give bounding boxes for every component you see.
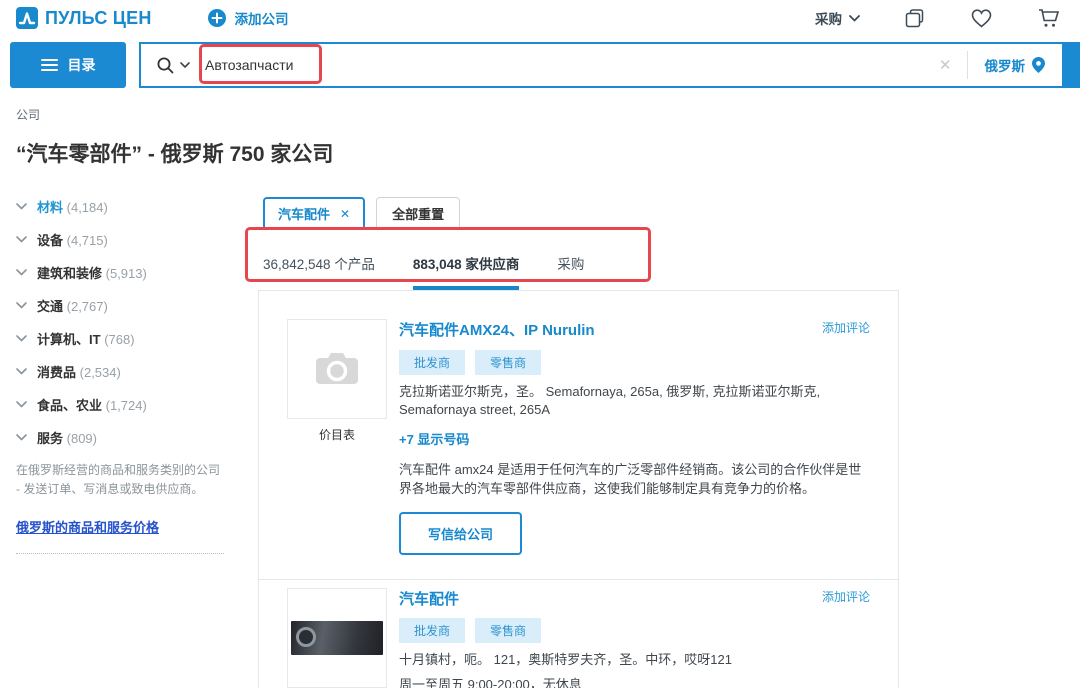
- company-photo[interactable]: [287, 588, 387, 688]
- price-list-link[interactable]: 价目表: [287, 426, 387, 443]
- plus-circle-icon: [208, 9, 226, 27]
- reset-all-button[interactable]: 全部重置: [376, 197, 460, 230]
- page-title: “汽车零部件” - 俄罗斯 750 家公司: [16, 138, 1080, 168]
- filter-chip-label: 汽车配件: [278, 204, 330, 223]
- chevron-down-icon: [16, 401, 27, 408]
- favorites-heart-icon[interactable]: [970, 8, 993, 29]
- category-sidebar: 材料 (4,184) 设备 (4,715) 建筑和装修 (5,913) 交通 (…: [16, 197, 258, 688]
- company-info: 汽车配件 添加评论 批发商 零售商 十月镇村，呃。 121，奥斯特罗夫齐，圣。中…: [399, 588, 870, 688]
- sidebar-item-construction[interactable]: 建筑和装修 (5,913): [16, 263, 258, 282]
- chevron-down-icon: [16, 203, 27, 210]
- add-company-label: 添加公司: [235, 8, 289, 28]
- chevron-down-icon: [16, 335, 27, 342]
- company-results-list: 价目表 汽车配件AMX24、IP Nurulin 添加评论 批发商 零售商: [258, 290, 899, 688]
- chevron-down-icon: [16, 434, 27, 441]
- procurement-label: 采购: [815, 8, 842, 28]
- logo-pulse-icon: [16, 7, 38, 29]
- catalog-button[interactable]: 目录: [10, 42, 126, 88]
- search-row: 目录 ✕ 俄罗斯: [0, 36, 1080, 88]
- chip-close-icon[interactable]: ✕: [340, 207, 350, 221]
- sidebar-note: 在俄罗斯经营的商品和服务类别的公司 - 发送订单、写消息或致电供应商。: [16, 461, 258, 499]
- add-company-button[interactable]: 添加公司: [208, 8, 289, 28]
- search-submit-button[interactable]: [1062, 44, 1078, 86]
- page: ПУЛЬС ЦЕН 添加公司 采购: [0, 0, 1080, 688]
- company-address: 克拉斯诺亚尔斯克，圣。 Semafornaya, 265a, 俄罗斯, 克拉斯诺…: [399, 383, 870, 419]
- logo[interactable]: ПУЛЬС ЦЕН: [16, 7, 152, 29]
- company-photo-placeholder[interactable]: [287, 319, 387, 419]
- location-pin-icon: [1032, 57, 1045, 73]
- badge-wholesaler: 批发商: [399, 350, 465, 375]
- company-description: 汽车配件 amx24 是适用于任何汽车的广泛零部件经销商。该公司的合作伙伴是世界…: [399, 460, 870, 498]
- search-input[interactable]: [201, 57, 924, 73]
- working-hours: 周一至周五 9:00-20:00，无休息 周六 10:00-19:00，无休息 …: [399, 675, 870, 688]
- chevron-down-icon: [180, 62, 190, 68]
- badge-retailer: 零售商: [475, 350, 541, 375]
- company-media: 价目表: [287, 319, 387, 555]
- company-media: 价目表: [287, 588, 387, 688]
- procurement-menu[interactable]: 采购: [815, 8, 860, 28]
- catalog-button-label: 目录: [68, 55, 96, 75]
- clear-search-icon[interactable]: ✕: [924, 56, 967, 74]
- sidebar-item-consumer-goods[interactable]: 消费品 (2,534): [16, 362, 258, 381]
- cart-icon[interactable]: [1037, 7, 1060, 29]
- badge-wholesaler: 批发商: [399, 618, 465, 643]
- company-card: 价目表 汽车配件AMX24、IP Nurulin 添加评论 批发商 零售商: [259, 291, 898, 579]
- compare-icon[interactable]: [904, 7, 926, 29]
- company-info: 汽车配件AMX24、IP Nurulin 添加评论 批发商 零售商 克拉斯诺亚尔…: [399, 319, 870, 555]
- sidebar-item-computers-it[interactable]: 计算机、IT (768): [16, 329, 258, 348]
- badge-retailer: 零售商: [475, 618, 541, 643]
- sidebar-item-food-agriculture[interactable]: 食品、农业 (1,724): [16, 395, 258, 414]
- company-logo-image: [291, 621, 383, 655]
- region-label: 俄罗斯: [985, 55, 1026, 75]
- chevron-down-icon: [849, 15, 860, 22]
- chevron-down-icon: [16, 368, 27, 375]
- hamburger-icon: [41, 59, 58, 71]
- sidebar-item-transport[interactable]: 交通 (2,767): [16, 296, 258, 315]
- filter-chip-auto-parts[interactable]: 汽车配件 ✕: [263, 197, 365, 230]
- company-card: 价目表 汽车配件 添加评论 批发商 零售商 十月镇村，呃。 121，奥斯: [259, 579, 898, 688]
- company-name-link[interactable]: 汽车配件AMX24、IP Nurulin: [399, 319, 595, 340]
- logo-text: ПУЛЬС ЦЕН: [45, 8, 152, 29]
- write-to-company-button[interactable]: 写信给公司: [399, 512, 522, 555]
- sidebar-item-services[interactable]: 服务 (809): [16, 428, 258, 447]
- tab-suppliers[interactable]: 883,048 家供应商: [413, 253, 520, 290]
- company-address: 十月镇村，呃。 121，奥斯特罗夫齐，圣。中环，哎呀121: [399, 651, 870, 669]
- chevron-down-icon: [16, 269, 27, 276]
- company-badges: 批发商 零售商: [399, 350, 870, 375]
- results-main: 汽车配件 ✕ 全部重置 36,842,548 个产品 883,048 家供应商 …: [258, 197, 899, 688]
- tab-procurement[interactable]: 采购: [557, 253, 584, 290]
- sidebar-item-equipment[interactable]: 设备 (4,715): [16, 230, 258, 249]
- filter-chips-row: 汽车配件 ✕ 全部重置: [258, 197, 899, 230]
- show-phone-link[interactable]: +7 显示号码: [399, 429, 870, 448]
- sidebar-prices-link[interactable]: 俄罗斯的商品和服务价格: [16, 517, 159, 536]
- top-bar: ПУЛЬС ЦЕН 添加公司 采购: [0, 0, 1080, 36]
- sidebar-item-materials[interactable]: 材料 (4,184): [16, 197, 258, 216]
- company-badges: 批发商 零售商: [399, 618, 870, 643]
- content: 公司 “汽车零部件” - 俄罗斯 750 家公司 材料 (4,184) 设备 (…: [0, 88, 1080, 688]
- gauge-icon: [296, 627, 316, 647]
- region-selector[interactable]: 俄罗斯: [968, 55, 1063, 75]
- search-icon: [156, 56, 175, 75]
- chevron-down-icon: [16, 236, 27, 243]
- camera-icon: [314, 350, 360, 388]
- tab-products[interactable]: 36,842,548 个产品: [263, 253, 375, 290]
- company-name-link[interactable]: 汽车配件: [399, 588, 459, 609]
- add-review-link[interactable]: 添加评论: [822, 319, 870, 336]
- chevron-down-icon: [16, 302, 27, 309]
- divider: [16, 553, 224, 554]
- tab-underline: [413, 286, 520, 290]
- add-review-link[interactable]: 添加评论: [822, 588, 870, 605]
- search-category-selector[interactable]: [141, 56, 201, 75]
- breadcrumb[interactable]: 公司: [16, 106, 1080, 123]
- search-bar: ✕ 俄罗斯: [139, 42, 1080, 88]
- results-tabs: 36,842,548 个产品 883,048 家供应商 采购: [258, 253, 899, 290]
- hours-weekdays: 周一至周五 9:00-20:00，无休息: [399, 675, 870, 688]
- top-bar-right: 采购: [815, 7, 1060, 29]
